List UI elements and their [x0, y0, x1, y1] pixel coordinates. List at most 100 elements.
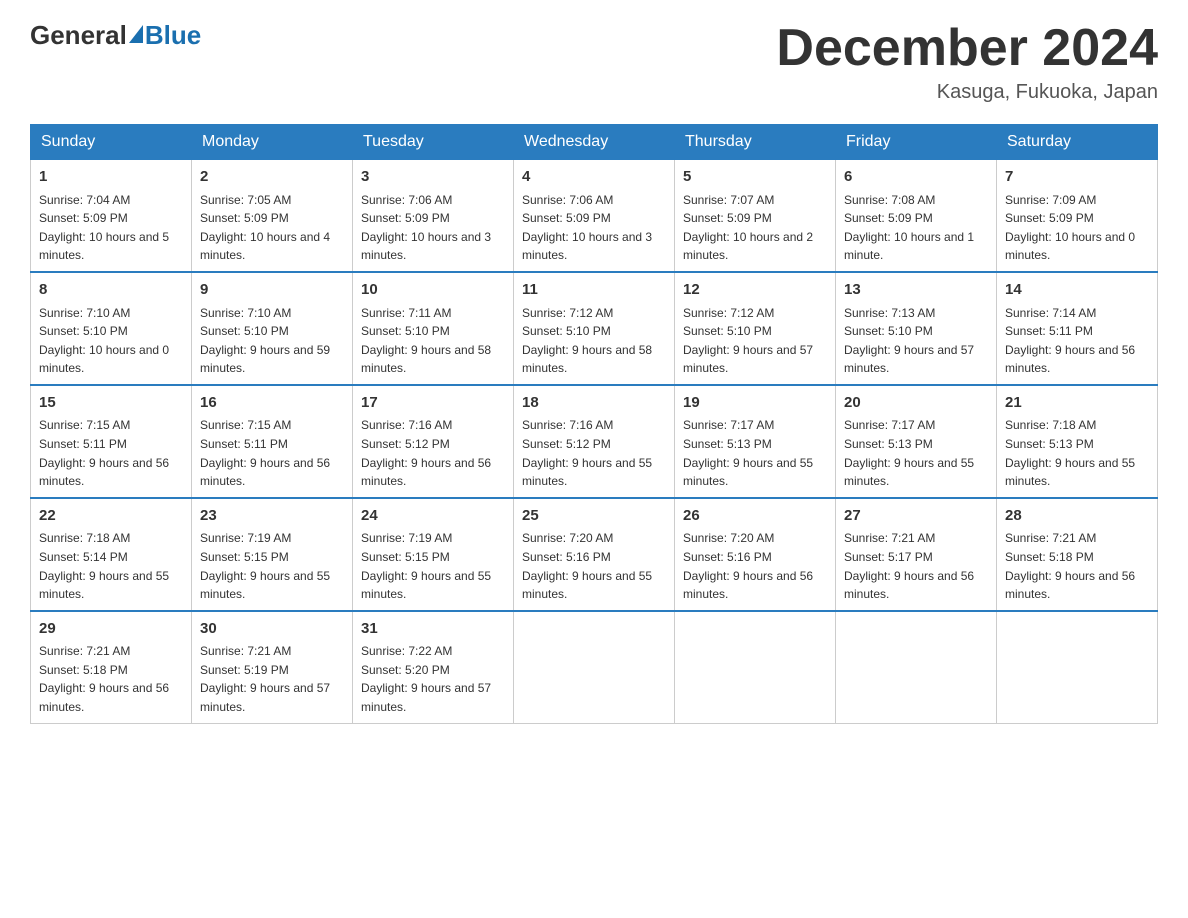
day-info: Sunrise: 7:16 AM Sunset: 5:12 PM Dayligh… — [522, 416, 666, 490]
calendar-cell: 10 Sunrise: 7:11 AM Sunset: 5:10 PM Dayl… — [353, 272, 514, 385]
calendar-cell: 12 Sunrise: 7:12 AM Sunset: 5:10 PM Dayl… — [675, 272, 836, 385]
day-number: 21 — [1005, 392, 1149, 415]
day-number: 30 — [200, 618, 344, 641]
calendar-cell — [836, 611, 997, 723]
calendar-cell: 20 Sunrise: 7:17 AM Sunset: 5:13 PM Dayl… — [836, 385, 997, 498]
day-info: Sunrise: 7:17 AM Sunset: 5:13 PM Dayligh… — [844, 416, 988, 490]
day-info: Sunrise: 7:15 AM Sunset: 5:11 PM Dayligh… — [39, 416, 183, 490]
calendar-cell: 29 Sunrise: 7:21 AM Sunset: 5:18 PM Dayl… — [31, 611, 192, 723]
day-info: Sunrise: 7:16 AM Sunset: 5:12 PM Dayligh… — [361, 416, 505, 490]
calendar-cell — [514, 611, 675, 723]
day-info: Sunrise: 7:14 AM Sunset: 5:11 PM Dayligh… — [1005, 304, 1149, 378]
day-info: Sunrise: 7:10 AM Sunset: 5:10 PM Dayligh… — [39, 304, 183, 378]
day-number: 26 — [683, 505, 827, 528]
page-header: General Blue December 2024 Kasuga, Fukuo… — [30, 20, 1158, 104]
day-number: 20 — [844, 392, 988, 415]
day-info: Sunrise: 7:09 AM Sunset: 5:09 PM Dayligh… — [1005, 191, 1149, 265]
calendar-cell: 17 Sunrise: 7:16 AM Sunset: 5:12 PM Dayl… — [353, 385, 514, 498]
logo-text: General Blue — [30, 20, 201, 51]
calendar-cell: 7 Sunrise: 7:09 AM Sunset: 5:09 PM Dayli… — [997, 160, 1158, 272]
calendar-cell: 15 Sunrise: 7:15 AM Sunset: 5:11 PM Dayl… — [31, 385, 192, 498]
calendar-cell: 9 Sunrise: 7:10 AM Sunset: 5:10 PM Dayli… — [192, 272, 353, 385]
calendar-cell — [675, 611, 836, 723]
calendar-cell: 27 Sunrise: 7:21 AM Sunset: 5:17 PM Dayl… — [836, 498, 997, 611]
day-info: Sunrise: 7:06 AM Sunset: 5:09 PM Dayligh… — [361, 191, 505, 265]
day-number: 28 — [1005, 505, 1149, 528]
day-info: Sunrise: 7:06 AM Sunset: 5:09 PM Dayligh… — [522, 191, 666, 265]
day-number: 3 — [361, 166, 505, 189]
day-info: Sunrise: 7:08 AM Sunset: 5:09 PM Dayligh… — [844, 191, 988, 265]
calendar-cell: 16 Sunrise: 7:15 AM Sunset: 5:11 PM Dayl… — [192, 385, 353, 498]
day-info: Sunrise: 7:18 AM Sunset: 5:13 PM Dayligh… — [1005, 416, 1149, 490]
calendar-cell: 3 Sunrise: 7:06 AM Sunset: 5:09 PM Dayli… — [353, 160, 514, 272]
calendar-cell: 13 Sunrise: 7:13 AM Sunset: 5:10 PM Dayl… — [836, 272, 997, 385]
day-number: 15 — [39, 392, 183, 415]
logo-general-text: General — [30, 20, 127, 51]
day-of-week-header: Tuesday — [353, 125, 514, 160]
day-info: Sunrise: 7:19 AM Sunset: 5:15 PM Dayligh… — [200, 529, 344, 603]
day-info: Sunrise: 7:18 AM Sunset: 5:14 PM Dayligh… — [39, 529, 183, 603]
calendar-cell: 30 Sunrise: 7:21 AM Sunset: 5:19 PM Dayl… — [192, 611, 353, 723]
day-number: 7 — [1005, 166, 1149, 189]
calendar-cell: 19 Sunrise: 7:17 AM Sunset: 5:13 PM Dayl… — [675, 385, 836, 498]
calendar-cell: 2 Sunrise: 7:05 AM Sunset: 5:09 PM Dayli… — [192, 160, 353, 272]
calendar-cell: 8 Sunrise: 7:10 AM Sunset: 5:10 PM Dayli… — [31, 272, 192, 385]
calendar-week-row: 1 Sunrise: 7:04 AM Sunset: 5:09 PM Dayli… — [31, 160, 1158, 272]
day-number: 2 — [200, 166, 344, 189]
day-number: 1 — [39, 166, 183, 189]
calendar-cell: 23 Sunrise: 7:19 AM Sunset: 5:15 PM Dayl… — [192, 498, 353, 611]
day-info: Sunrise: 7:12 AM Sunset: 5:10 PM Dayligh… — [522, 304, 666, 378]
day-info: Sunrise: 7:05 AM Sunset: 5:09 PM Dayligh… — [200, 191, 344, 265]
day-info: Sunrise: 7:11 AM Sunset: 5:10 PM Dayligh… — [361, 304, 505, 378]
day-info: Sunrise: 7:21 AM Sunset: 5:18 PM Dayligh… — [1005, 529, 1149, 603]
day-info: Sunrise: 7:07 AM Sunset: 5:09 PM Dayligh… — [683, 191, 827, 265]
day-number: 31 — [361, 618, 505, 641]
calendar-cell: 24 Sunrise: 7:19 AM Sunset: 5:15 PM Dayl… — [353, 498, 514, 611]
calendar-cell: 11 Sunrise: 7:12 AM Sunset: 5:10 PM Dayl… — [514, 272, 675, 385]
calendar-cell: 14 Sunrise: 7:14 AM Sunset: 5:11 PM Dayl… — [997, 272, 1158, 385]
day-number: 25 — [522, 505, 666, 528]
day-info: Sunrise: 7:10 AM Sunset: 5:10 PM Dayligh… — [200, 304, 344, 378]
logo-triangle-icon — [129, 25, 143, 43]
day-number: 5 — [683, 166, 827, 189]
day-number: 19 — [683, 392, 827, 415]
day-info: Sunrise: 7:21 AM Sunset: 5:17 PM Dayligh… — [844, 529, 988, 603]
calendar-week-row: 15 Sunrise: 7:15 AM Sunset: 5:11 PM Dayl… — [31, 385, 1158, 498]
day-info: Sunrise: 7:21 AM Sunset: 5:19 PM Dayligh… — [200, 642, 344, 716]
day-info: Sunrise: 7:19 AM Sunset: 5:15 PM Dayligh… — [361, 529, 505, 603]
calendar-week-row: 22 Sunrise: 7:18 AM Sunset: 5:14 PM Dayl… — [31, 498, 1158, 611]
day-number: 18 — [522, 392, 666, 415]
day-number: 29 — [39, 618, 183, 641]
calendar-cell: 31 Sunrise: 7:22 AM Sunset: 5:20 PM Dayl… — [353, 611, 514, 723]
calendar-cell: 26 Sunrise: 7:20 AM Sunset: 5:16 PM Dayl… — [675, 498, 836, 611]
calendar-table: SundayMondayTuesdayWednesdayThursdayFrid… — [30, 124, 1158, 723]
location-title: Kasuga, Fukuoka, Japan — [776, 81, 1158, 104]
day-of-week-header: Sunday — [31, 125, 192, 160]
day-info: Sunrise: 7:21 AM Sunset: 5:18 PM Dayligh… — [39, 642, 183, 716]
calendar-cell: 21 Sunrise: 7:18 AM Sunset: 5:13 PM Dayl… — [997, 385, 1158, 498]
day-of-week-header: Saturday — [997, 125, 1158, 160]
day-number: 24 — [361, 505, 505, 528]
title-section: December 2024 Kasuga, Fukuoka, Japan — [776, 20, 1158, 104]
day-number: 4 — [522, 166, 666, 189]
calendar-cell: 1 Sunrise: 7:04 AM Sunset: 5:09 PM Dayli… — [31, 160, 192, 272]
calendar-cell: 22 Sunrise: 7:18 AM Sunset: 5:14 PM Dayl… — [31, 498, 192, 611]
day-of-week-header: Thursday — [675, 125, 836, 160]
day-info: Sunrise: 7:13 AM Sunset: 5:10 PM Dayligh… — [844, 304, 988, 378]
day-number: 27 — [844, 505, 988, 528]
calendar-cell: 18 Sunrise: 7:16 AM Sunset: 5:12 PM Dayl… — [514, 385, 675, 498]
day-info: Sunrise: 7:12 AM Sunset: 5:10 PM Dayligh… — [683, 304, 827, 378]
day-info: Sunrise: 7:22 AM Sunset: 5:20 PM Dayligh… — [361, 642, 505, 716]
calendar-cell: 25 Sunrise: 7:20 AM Sunset: 5:16 PM Dayl… — [514, 498, 675, 611]
day-info: Sunrise: 7:04 AM Sunset: 5:09 PM Dayligh… — [39, 191, 183, 265]
day-number: 17 — [361, 392, 505, 415]
calendar-cell — [997, 611, 1158, 723]
day-number: 9 — [200, 279, 344, 302]
day-number: 11 — [522, 279, 666, 302]
calendar-week-row: 29 Sunrise: 7:21 AM Sunset: 5:18 PM Dayl… — [31, 611, 1158, 723]
day-info: Sunrise: 7:20 AM Sunset: 5:16 PM Dayligh… — [683, 529, 827, 603]
day-number: 13 — [844, 279, 988, 302]
day-number: 22 — [39, 505, 183, 528]
day-of-week-header: Monday — [192, 125, 353, 160]
day-number: 14 — [1005, 279, 1149, 302]
